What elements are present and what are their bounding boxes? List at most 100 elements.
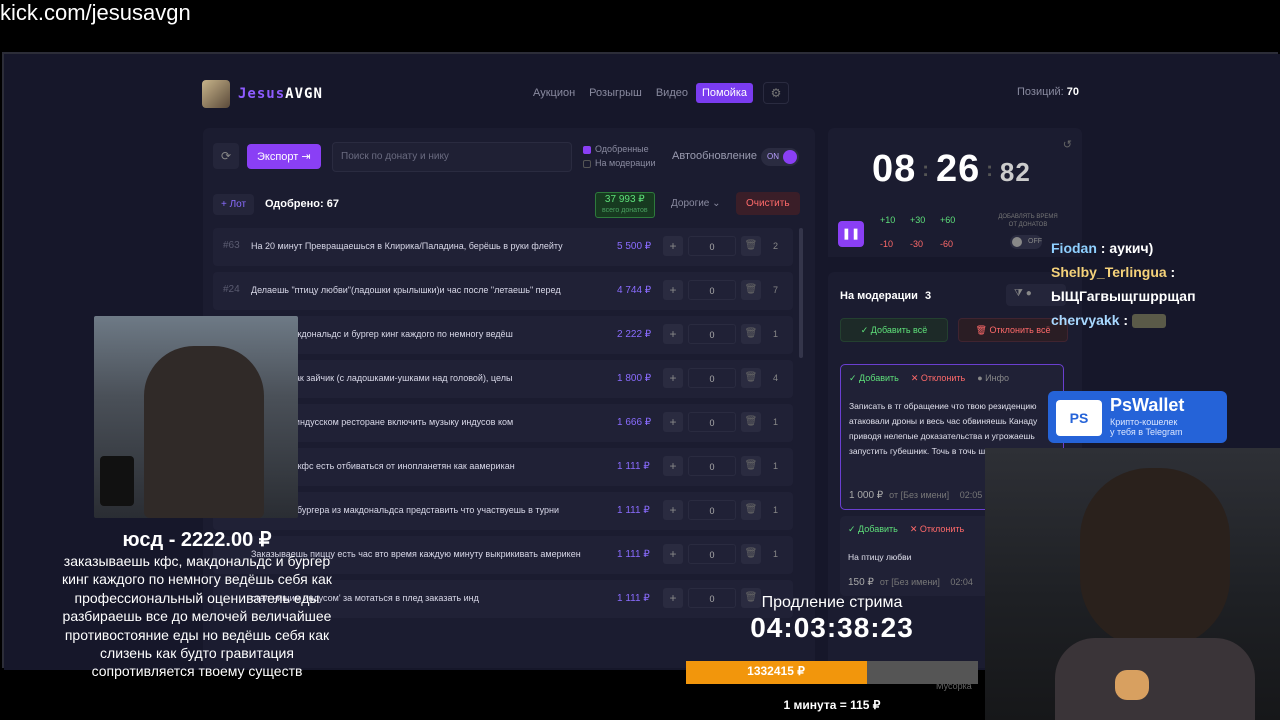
lot-count: 1	[773, 505, 779, 515]
stream-url: kick.com/jesusavgn	[0, 0, 191, 25]
lot-count: 2	[773, 241, 779, 251]
chat-message: chervyakk :	[1051, 308, 1280, 332]
lot-count: 4	[773, 373, 779, 383]
card-reject-button[interactable]: ✕ Отклонить	[911, 373, 965, 384]
plus-button[interactable]: +	[663, 324, 683, 344]
tab-video[interactable]: Видео	[650, 83, 694, 103]
tab-auction[interactable]: Аукцион	[527, 83, 581, 103]
trash-icon[interactable]: 🗑	[741, 236, 761, 256]
trash-icon[interactable]: 🗑	[741, 412, 761, 432]
add-all-button[interactable]: ✓ Добавить всё	[840, 318, 948, 342]
toolbar: ⟳ Экспорт ⇥	[213, 143, 321, 169]
plus-button[interactable]: +	[663, 236, 683, 256]
amount-input[interactable]: 0	[688, 324, 736, 344]
donation-time-toggle[interactable]: OFF	[1010, 235, 1042, 249]
history-icon[interactable]: ↺	[1063, 138, 1072, 151]
lot-price: 1 111 ₽	[617, 461, 650, 472]
microphone-icon	[100, 456, 134, 506]
trash-icon[interactable]: 🗑	[741, 500, 761, 520]
lot-text: На 20 минут Превращаешься в Клирика/Пала…	[251, 241, 563, 251]
add-10-button[interactable]: +10	[880, 215, 910, 225]
lot-price: 4 744 ₽	[617, 285, 652, 296]
extension-rate: 1 минута = 115 ₽	[783, 698, 881, 712]
trash-icon[interactable]: 🗑	[741, 456, 761, 476]
lot-row[interactable]: позиции в индусском ресторане включить м…	[213, 404, 793, 442]
pswallet-title: PsWallet	[1110, 395, 1185, 415]
autoupdate-toggle[interactable]: ON	[761, 148, 799, 166]
checkbox-icon	[583, 145, 591, 154]
lot-count: 1	[773, 417, 779, 427]
app-logo[interactable]: JesusAVGN	[202, 80, 323, 108]
pause-button[interactable]: ❚❚	[838, 221, 864, 247]
search-input[interactable]: Поиск по донату и нику	[332, 142, 572, 172]
refresh-icon[interactable]: ⟳	[213, 143, 239, 169]
card-info-button[interactable]: ● Инфо	[977, 373, 1009, 384]
positions-counter: Позиций: 70	[1017, 86, 1080, 98]
lot-count: 7	[773, 285, 779, 295]
amount-input[interactable]: 0	[688, 544, 736, 564]
amount-input[interactable]: 0	[688, 280, 736, 300]
export-button[interactable]: Экспорт ⇥	[247, 143, 321, 169]
streamer-body	[1055, 638, 1255, 720]
amount-input[interactable]: 0	[688, 368, 736, 388]
lot-number: #24	[223, 284, 240, 295]
lot-price: 1 111 ₽	[617, 593, 650, 604]
amount-input[interactable]: 0	[688, 236, 736, 256]
trash-icon[interactable]: 🗑	[741, 324, 761, 344]
lot-row[interactable]: #24 Делаешь "птицу любви"(ладошки крылышк…	[213, 272, 793, 310]
approved-count: Одобрено: 67	[265, 198, 339, 210]
amount-input[interactable]: 0	[688, 500, 736, 520]
plus-button[interactable]: +	[663, 588, 683, 608]
add-lot-button[interactable]: + Лот	[213, 194, 255, 215]
plus-button[interactable]: +	[663, 500, 683, 520]
plus-button[interactable]: +	[663, 280, 683, 300]
lot-price: 1 111 ₽	[617, 505, 650, 516]
streamer-silhouette	[144, 346, 264, 518]
card-reject-button[interactable]: ✕ Отклонить	[910, 524, 964, 535]
lot-row[interactable]: бургера из кфс есть отбиваться от инопла…	[213, 448, 793, 486]
sub-10-button[interactable]: -10	[880, 239, 910, 249]
trash-icon[interactable]: 🗑	[741, 544, 761, 564]
trash-icon[interactable]: 🗑	[741, 280, 761, 300]
lot-row[interactable]: шь кфс, макдональдс и бургер кинг каждог…	[213, 316, 793, 354]
logo-text: JesusAVGN	[238, 86, 323, 102]
tab-giveaway[interactable]: Розыгрыш	[583, 83, 648, 103]
donation-time-label: ДОБАВЛЯТЬ ВРЕМЯ ОТ ДОНАТОВ	[998, 214, 1058, 228]
amount-input[interactable]: 0	[688, 456, 736, 476]
amount-input[interactable]: 0	[688, 412, 736, 432]
lot-text: бургера из кфс есть отбиваться от инопла…	[251, 461, 515, 471]
donation-message: заказываешь кфс, макдональдс и бургер ки…	[62, 553, 332, 680]
plus-button[interactable]: +	[663, 412, 683, 432]
trash-icon[interactable]: 🗑	[741, 368, 761, 388]
lot-row[interactable]: на месте как зайчик (с ладошками-ушками …	[213, 360, 793, 398]
lot-row[interactable]: #63 На 20 минут Превращаешься в Клирика/П…	[213, 228, 793, 266]
streamer-head	[1080, 468, 1230, 648]
gear-icon[interactable]: ⚙	[763, 82, 790, 104]
pswallet-banner: PS PsWallet Крипто-кошелек у тебя в Teleg…	[1048, 391, 1227, 443]
scrollbar[interactable]	[799, 228, 803, 358]
lot-text: шь кфс, макдональдс и бургер кинг каждог…	[251, 329, 513, 339]
lot-price: 1 111 ₽	[617, 549, 650, 560]
moderation-title: На модерации 3	[840, 290, 932, 302]
plus-button[interactable]: +	[663, 544, 683, 564]
donation-header: юсд - 2222.00 ₽	[122, 529, 272, 551]
filter-moderation[interactable]: На модерации	[583, 156, 655, 170]
card-add-button[interactable]: ✓ Добавить	[849, 373, 899, 384]
sort-select[interactable]: Дорогие ⌄	[671, 198, 721, 209]
clear-button[interactable]: Очистить	[736, 192, 800, 215]
lot-text: позиции в индусском ресторане включить м…	[251, 417, 514, 427]
card-add-button[interactable]: ✓ Добавить	[848, 524, 898, 535]
sub-30-button[interactable]: -30	[910, 239, 940, 249]
filter-approved[interactable]: Одобренные	[583, 142, 655, 156]
timer-clock: 08:26:82	[872, 148, 1031, 190]
sub-60-button[interactable]: -60	[940, 239, 970, 249]
add-60-button[interactable]: +60	[940, 215, 970, 225]
extension-label: Продление стрима	[761, 594, 903, 611]
tab-trash[interactable]: Помойка	[695, 83, 754, 103]
plus-button[interactable]: +	[663, 368, 683, 388]
food-item	[1115, 670, 1149, 700]
lot-row[interactable]: #4заказать 4 бургера из макдональдса пре…	[213, 492, 793, 530]
lot-text: заказать 4 бургера из макдональдса предс…	[251, 505, 560, 515]
add-30-button[interactable]: +30	[910, 215, 940, 225]
plus-button[interactable]: +	[663, 456, 683, 476]
